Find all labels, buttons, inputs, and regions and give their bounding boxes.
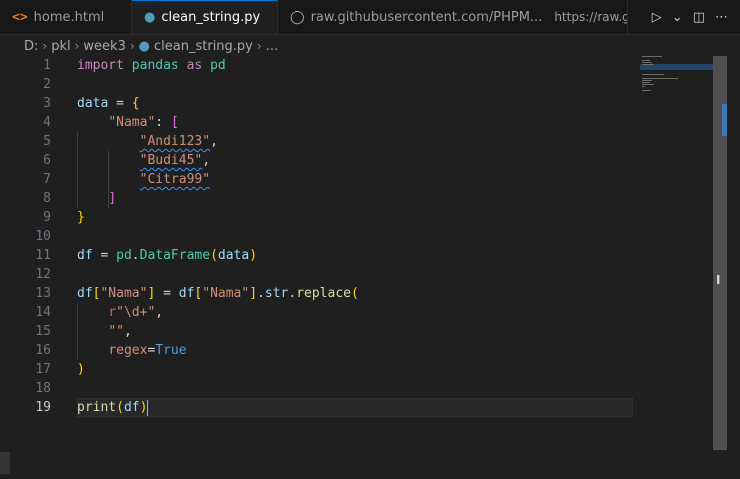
- globe-icon: ◯: [290, 9, 305, 25]
- code-line-10: 10: [0, 227, 640, 246]
- code-line-8: 8 ]: [0, 189, 640, 208]
- line-code: "Nama": [: [108, 115, 179, 130]
- code-line-17: 17 ): [0, 360, 640, 379]
- code-line-12: 12: [0, 265, 640, 284]
- breadcrumb-file[interactable]: clean_string.py: [154, 39, 253, 54]
- code-line-6: 6 "Budi45",: [0, 151, 640, 170]
- line-code: "",: [108, 324, 132, 339]
- code-editor[interactable]: 1 import pandas as pd 2 3 data = { 4 "Na…: [0, 56, 740, 479]
- line-number: 12: [35, 267, 51, 282]
- breadcrumb-folder-week3[interactable]: week3: [83, 39, 125, 54]
- minimap-line: [642, 62, 652, 63]
- tab-clean-string-py[interactable]: ● clean_string.py: [132, 0, 278, 34]
- breadcrumb-symbol[interactable]: ...: [266, 39, 278, 54]
- line-number: 16: [35, 343, 51, 358]
- code-line-4: 4 "Nama": [: [0, 113, 640, 132]
- line-number: 9: [43, 210, 51, 225]
- line-code: "Citra99": [139, 172, 211, 187]
- minimap-line: [642, 56, 662, 57]
- tab-raw-github[interactable]: ◯ raw.githubusercontent.com/PHPM... http…: [278, 0, 628, 34]
- line-number: 17: [35, 362, 51, 377]
- minimap-line: [642, 82, 650, 83]
- code-line-9: 9 }: [0, 208, 640, 227]
- minimap-line: [642, 80, 652, 81]
- line-number: 1: [43, 58, 51, 73]
- line-number: 8: [43, 191, 51, 206]
- code-line-16: 16 regex=True: [0, 341, 640, 360]
- line-code: ): [77, 362, 85, 377]
- chevron-right-icon: ›: [129, 39, 135, 53]
- line-code: r"\d+",: [108, 305, 164, 320]
- tab-home-html[interactable]: <> home.html: [0, 0, 132, 34]
- minimap[interactable]: [640, 56, 713, 116]
- text-cursor: [147, 399, 149, 416]
- line-code: ]: [108, 191, 117, 206]
- breadcrumb-folder-pkl[interactable]: pkl: [51, 39, 70, 54]
- html-file-icon: <>: [12, 9, 28, 25]
- code-line-13: 13 df["Nama"] = df["Nama"].str.replace(: [0, 284, 640, 303]
- minimap-line: [642, 64, 654, 65]
- line-number: 13: [35, 286, 51, 301]
- code-line-1: 1 import pandas as pd: [0, 56, 640, 75]
- breadcrumb: D: › pkl › week3 › ● clean_string.py › .…: [0, 35, 740, 57]
- more-actions-icon[interactable]: ⋯: [715, 10, 728, 25]
- code-line-5: 5 "Andi123",: [0, 132, 640, 151]
- code-line-19: 19 print(df): [0, 398, 640, 417]
- line-code: "Andi123",: [139, 134, 218, 149]
- chevron-right-icon: ›: [74, 39, 80, 53]
- line-number: 2: [43, 77, 51, 92]
- chevron-right-icon: ›: [42, 39, 48, 53]
- breadcrumb-drive[interactable]: D:: [24, 39, 38, 54]
- scrollbar-highlight-marker: [722, 104, 727, 136]
- line-code: df["Nama"] = df["Nama"].str.replace(: [77, 286, 359, 301]
- line-number: 3: [43, 96, 51, 111]
- code-line-2: 2: [0, 75, 640, 94]
- chevron-right-icon: ›: [256, 39, 262, 53]
- line-code: import pandas as pd: [77, 58, 226, 73]
- line-number: 15: [35, 324, 51, 339]
- code-line-18: 18: [0, 379, 640, 398]
- minimap-line: [642, 90, 651, 91]
- vertical-scrollbar[interactable]: [713, 56, 727, 450]
- line-number: 18: [35, 381, 51, 396]
- line-code: df = pd.DataFrame(data): [77, 248, 258, 263]
- line-number: 6: [43, 153, 51, 168]
- minimap-line: [642, 74, 664, 75]
- code-line-3: 3 data = {: [0, 94, 640, 113]
- tab-label: clean_string.py: [161, 10, 261, 25]
- minimap-line: [642, 78, 678, 79]
- split-editor-icon[interactable]: ◫: [693, 10, 705, 25]
- chevron-down-icon[interactable]: ⌄: [672, 10, 683, 25]
- text-cursor-icon: I: [716, 273, 721, 287]
- tab-label: home.html: [33, 9, 105, 25]
- line-number: 19: [35, 400, 51, 415]
- tab-description: https://raw.githubus: [554, 10, 627, 24]
- python-file-icon: ●: [144, 10, 156, 25]
- code-line-15: 15 "",: [0, 322, 640, 341]
- line-number: 11: [35, 248, 51, 263]
- line-number: 14: [35, 305, 51, 320]
- line-code: print(df): [77, 399, 149, 416]
- line-number: 4: [43, 115, 51, 130]
- code-line-7: 7 "Citra99": [0, 170, 640, 189]
- editor-actions: ▷ ⌄ ◫ ⋯: [652, 0, 740, 34]
- python-file-icon: ●: [138, 38, 151, 54]
- minimap-line: [642, 84, 654, 85]
- line-number: 5: [43, 134, 51, 149]
- minimap-line: [642, 86, 645, 87]
- code-line-14: 14 r"\d+",: [0, 303, 640, 322]
- line-number: 7: [43, 172, 51, 187]
- line-code: "Budi45",: [139, 153, 211, 168]
- line-code: data = {: [77, 96, 140, 111]
- code-line-11: 11 df = pd.DataFrame(data): [0, 246, 640, 265]
- line-number: 10: [35, 229, 51, 244]
- minimap-line: [642, 60, 650, 61]
- line-code: regex=True: [108, 343, 187, 358]
- panel-edge: [0, 452, 10, 474]
- line-code: }: [77, 210, 85, 225]
- run-icon[interactable]: ▷: [652, 10, 662, 25]
- tab-label: raw.githubusercontent.com/PHPM...: [310, 9, 543, 25]
- editor-tab-bar: <> home.html ● clean_string.py ◯ raw.git…: [0, 0, 740, 35]
